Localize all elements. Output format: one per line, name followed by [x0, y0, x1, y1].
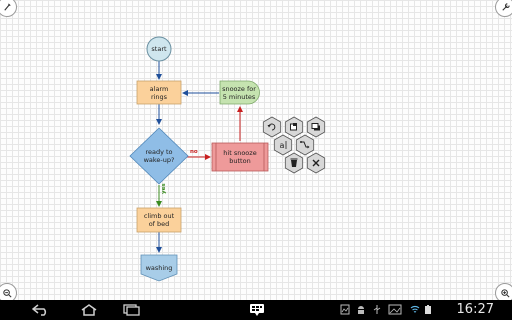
hit-snooze-node[interactable]: hit snooze button	[211, 142, 269, 172]
snooze-node[interactable]: snooze for 5 minutes	[219, 80, 260, 105]
svg-text:climb out: climb out	[144, 212, 175, 220]
home-button[interactable]	[76, 303, 102, 317]
no-label: no	[190, 149, 198, 155]
flowchart: no yes start alarm rings snooze for 5 mi…	[129, 36, 326, 282]
start-node[interactable]: start	[146, 36, 172, 62]
svg-text:rings: rings	[151, 93, 168, 101]
zoom-in-icon	[500, 288, 510, 298]
svg-text:hit snooze: hit snooze	[223, 149, 256, 157]
battery-icon	[425, 305, 431, 314]
svg-text:washing: washing	[146, 264, 173, 272]
alarm-rings-node[interactable]: alarm rings	[136, 80, 182, 105]
grid-menu-icon	[250, 303, 264, 316]
decision-node[interactable]: ready to wake-up?	[129, 127, 189, 185]
notification-icons[interactable]	[340, 304, 402, 315]
zoom-out-icon	[2, 288, 12, 298]
system-bar: 16:27	[0, 300, 512, 320]
wifi-icon	[410, 305, 420, 313]
svg-text:a: a	[280, 141, 285, 150]
back-icon	[32, 304, 47, 316]
tools-corner-button[interactable]	[495, 0, 512, 17]
shadow-button[interactable]	[306, 116, 326, 138]
climb-out-node[interactable]: climb out of bed	[136, 207, 182, 233]
usb-icon	[373, 305, 381, 314]
svg-text:of bed: of bed	[149, 220, 170, 228]
recent-apps-icon	[123, 304, 140, 316]
home-icon	[81, 304, 97, 316]
tool-palette: a	[262, 116, 326, 174]
gallery-notification-icon	[388, 304, 402, 315]
recent-apps-button[interactable]	[118, 303, 144, 317]
svg-text:5 minutes: 5 minutes	[223, 93, 256, 101]
close-button[interactable]	[306, 152, 326, 174]
svg-text:start: start	[151, 45, 167, 53]
svg-text:ready to: ready to	[145, 148, 172, 156]
status-clock[interactable]: 16:27	[457, 302, 494, 318]
svg-text:wake-up?: wake-up?	[144, 156, 175, 164]
android-notification-icon	[358, 306, 364, 314]
connect-button[interactable]	[295, 134, 315, 156]
wrench-icon	[501, 2, 510, 11]
svg-text:alarm: alarm	[150, 85, 169, 93]
text-button[interactable]: a	[273, 134, 293, 156]
diagram-canvas[interactable]: no yes start alarm rings snooze for 5 mi…	[0, 0, 512, 303]
image-notification-icon	[340, 304, 350, 315]
delete-button[interactable]	[284, 152, 304, 174]
yes-label: yes	[161, 183, 167, 194]
fill-button[interactable]	[284, 116, 304, 138]
fill-icon	[290, 123, 297, 131]
washing-node[interactable]: washing	[140, 254, 178, 282]
back-button[interactable]	[28, 303, 54, 317]
svg-text:button: button	[229, 157, 250, 165]
app-menu-button[interactable]	[246, 301, 268, 318]
pen-icon	[3, 2, 11, 11]
status-icons[interactable]	[410, 304, 432, 315]
rotate-button[interactable]	[262, 116, 282, 138]
svg-text:snooze for: snooze for	[222, 85, 256, 93]
